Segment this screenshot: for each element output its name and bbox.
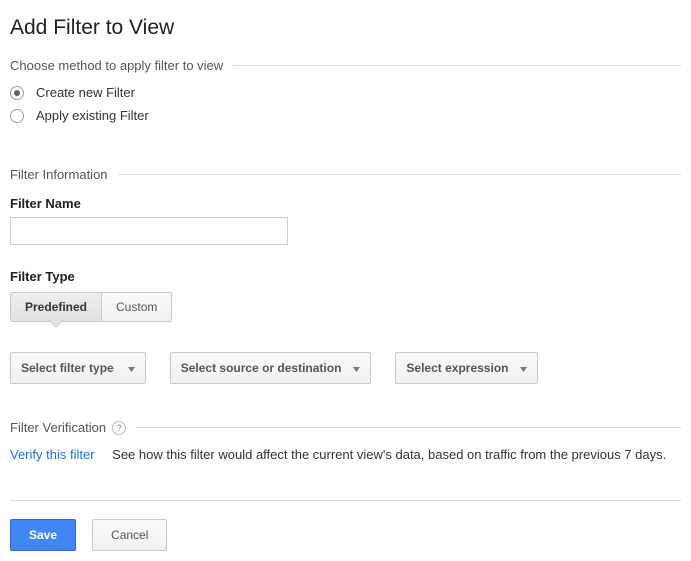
radio-create-new-filter[interactable]: Create new Filter [10,85,681,100]
save-button[interactable]: Save [10,519,76,551]
chevron-down-icon [520,361,527,375]
cancel-button[interactable]: Cancel [92,519,167,551]
divider [118,174,681,175]
method-section-heading: Choose method to apply filter to view [10,58,681,73]
radio-label: Apply existing Filter [36,108,149,123]
dropdown-label: Select source or destination [181,361,342,375]
filter-type-tabs: Predefined Custom [10,292,172,322]
dropdown-label: Select expression [406,361,508,375]
divider [233,65,681,66]
verify-description: See how this filter would affect the cur… [112,447,666,462]
verify-filter-link[interactable]: Verify this filter [10,447,95,462]
filter-type-label: Filter Type [10,269,681,284]
tab-custom[interactable]: Custom [101,293,171,321]
page-title: Add Filter to View [10,16,681,40]
filter-name-label: Filter Name [10,196,681,211]
radio-label: Create new Filter [36,85,135,100]
divider [10,500,681,501]
radio-icon [10,109,24,123]
help-icon[interactable]: ? [112,421,126,435]
info-section-heading: Filter Information [10,167,681,182]
chevron-down-icon [353,361,360,375]
divider [136,427,681,428]
info-heading-text: Filter Information [10,167,108,182]
dropdown-source-destination[interactable]: Select source or destination [170,352,372,384]
dropdown-filter-type[interactable]: Select filter type [10,352,146,384]
dropdown-expression[interactable]: Select expression [395,352,538,384]
method-heading-text: Choose method to apply filter to view [10,58,223,73]
radio-icon [10,86,24,100]
radio-apply-existing-filter[interactable]: Apply existing Filter [10,108,681,123]
filter-name-input[interactable] [10,217,288,245]
verify-heading-text: Filter Verification [10,420,106,435]
chevron-down-icon [128,361,135,375]
tab-predefined[interactable]: Predefined [11,293,101,321]
dropdown-label: Select filter type [21,361,114,375]
verify-section-heading: Filter Verification ? [10,420,681,435]
